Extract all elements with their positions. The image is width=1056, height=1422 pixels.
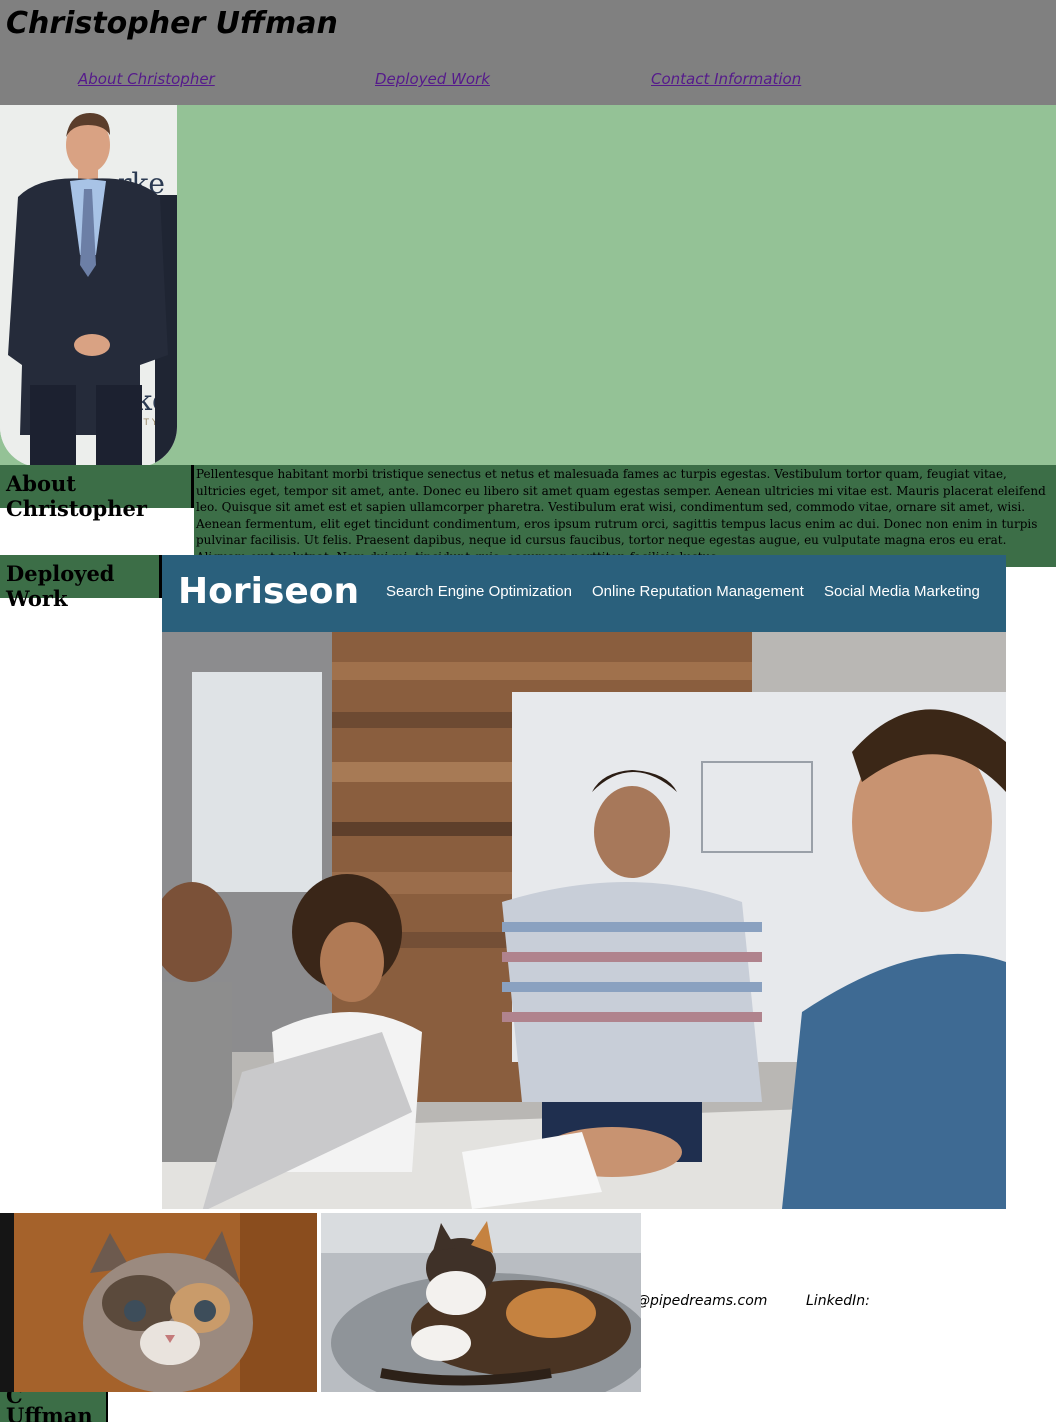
project-logo: Horiseon bbox=[178, 571, 360, 612]
profile-photo: rke I T Y ke I T Y bbox=[0, 105, 177, 467]
project-nav-social: Social Media Marketing bbox=[824, 583, 980, 600]
about-text: Pellentesque habitant morbi tristique se… bbox=[194, 465, 1056, 567]
about-heading: About Christopher bbox=[0, 465, 194, 521]
work-heading: Deployed Work bbox=[0, 555, 162, 611]
kitten-photo-2 bbox=[321, 1213, 641, 1392]
project-nav-seo: Search Engine Optimization bbox=[386, 583, 572, 600]
site-title: Christopher Uffman bbox=[6, 6, 338, 41]
nav-link-about[interactable]: About Christopher bbox=[78, 70, 215, 88]
site-header: Christopher Uffman About Christopher Dep… bbox=[0, 0, 1056, 105]
kitten-photo-1 bbox=[0, 1213, 317, 1392]
nav-link-contact[interactable]: Contact Information bbox=[651, 70, 801, 88]
project-horiseon[interactable]: Horiseon Search Engine Optimization Onli… bbox=[162, 555, 1006, 1209]
project-header-bar: Horiseon Search Engine Optimization Onli… bbox=[162, 555, 1006, 632]
contact-linkedin-label: LinkedIn: bbox=[806, 1293, 870, 1309]
nav-link-work[interactable]: Deployed Work bbox=[375, 70, 490, 88]
contact-email[interactable]: @pipedreams.com bbox=[636, 1293, 767, 1309]
project-screenshot-photo bbox=[162, 632, 1006, 1209]
hero-banner: rke I T Y ke I T Y bbox=[0, 105, 1056, 467]
project-nav-reputation: Online Reputation Management bbox=[592, 583, 804, 600]
